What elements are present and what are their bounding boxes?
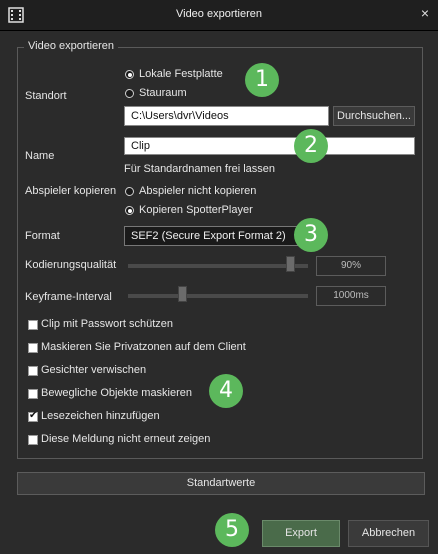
checkbox-blur-faces-label: Gesichter verwischen [41, 364, 147, 376]
radio-lokale-festplatte[interactable] [125, 70, 134, 79]
radio-player-copy[interactable] [125, 206, 134, 215]
standort-label: Standort [25, 90, 67, 102]
checkbox-password[interactable] [28, 320, 38, 330]
cancel-button[interactable]: Abbrechen [348, 520, 429, 547]
checkbox-privacy-zones[interactable] [28, 343, 38, 353]
path-input[interactable] [124, 106, 329, 126]
checkbox-mask-moving[interactable] [28, 389, 38, 399]
annotation-badge-2: 2 [294, 129, 328, 163]
quality-label: Kodierungsqualität [25, 259, 117, 271]
quality-readout: 90% [316, 256, 386, 276]
window-title: Video exportieren [175, 8, 263, 20]
checkbox-bookmarks[interactable] [28, 410, 38, 422]
option-player-not-copy: Abspieler nicht kopieren [139, 185, 257, 197]
keyframe-slider-handle[interactable] [177, 286, 187, 302]
annotation-badge-5: 5 [215, 513, 249, 547]
format-select-value: SEF2 (Secure Export Format 2) [131, 230, 286, 242]
quality-slider-track[interactable] [128, 264, 308, 268]
radio-stauraum[interactable] [125, 89, 134, 98]
defaults-button[interactable]: Standartwerte [17, 472, 425, 495]
checkbox-dont-show[interactable] [28, 435, 38, 445]
checkbox-dont-show-label: Diese Meldung nicht erneut zeigen [41, 433, 211, 445]
name-hint: Für Standardnamen frei lassen [124, 163, 276, 175]
checkbox-password-label: Clip mit Passwort schützen [41, 318, 174, 330]
option-player-copy: Kopieren SpotterPlayer [139, 204, 253, 216]
quality-slider-handle[interactable] [285, 256, 295, 272]
keyframe-slider-track[interactable] [128, 294, 308, 298]
option-stauraum: Stauraum [139, 87, 187, 99]
radio-player-not-copy[interactable] [125, 187, 134, 196]
keyframe-readout: 1000ms [316, 286, 386, 306]
close-icon[interactable]: × [418, 6, 432, 20]
checkbox-blur-faces[interactable] [28, 366, 38, 376]
checkbox-bookmarks-label: Lesezeichen hinzufügen [41, 410, 160, 422]
browse-button[interactable]: Durchsuchen... [333, 106, 415, 126]
name-label: Name [25, 150, 55, 162]
annotation-badge-1: 1 [245, 63, 279, 97]
keyframe-label: Keyframe-Interval [25, 291, 112, 303]
annotation-badge-3: 3 [294, 218, 328, 252]
format-select[interactable]: SEF2 (Secure Export Format 2) [124, 226, 306, 246]
player-label: Abspieler kopieren [25, 185, 117, 197]
name-input[interactable] [124, 137, 415, 155]
format-label: Format [25, 230, 60, 242]
export-button[interactable]: Export [262, 520, 340, 547]
annotation-badge-4: 4 [209, 374, 243, 408]
option-lokale-festplatte: Lokale Festplatte [139, 68, 223, 80]
group-legend: Video exportieren [24, 40, 119, 52]
checkbox-privacy-zones-label: Maskieren Sie Privatzonen auf dem Client [41, 341, 246, 353]
checkbox-mask-moving-label: Bewegliche Objekte maskieren [41, 387, 193, 399]
